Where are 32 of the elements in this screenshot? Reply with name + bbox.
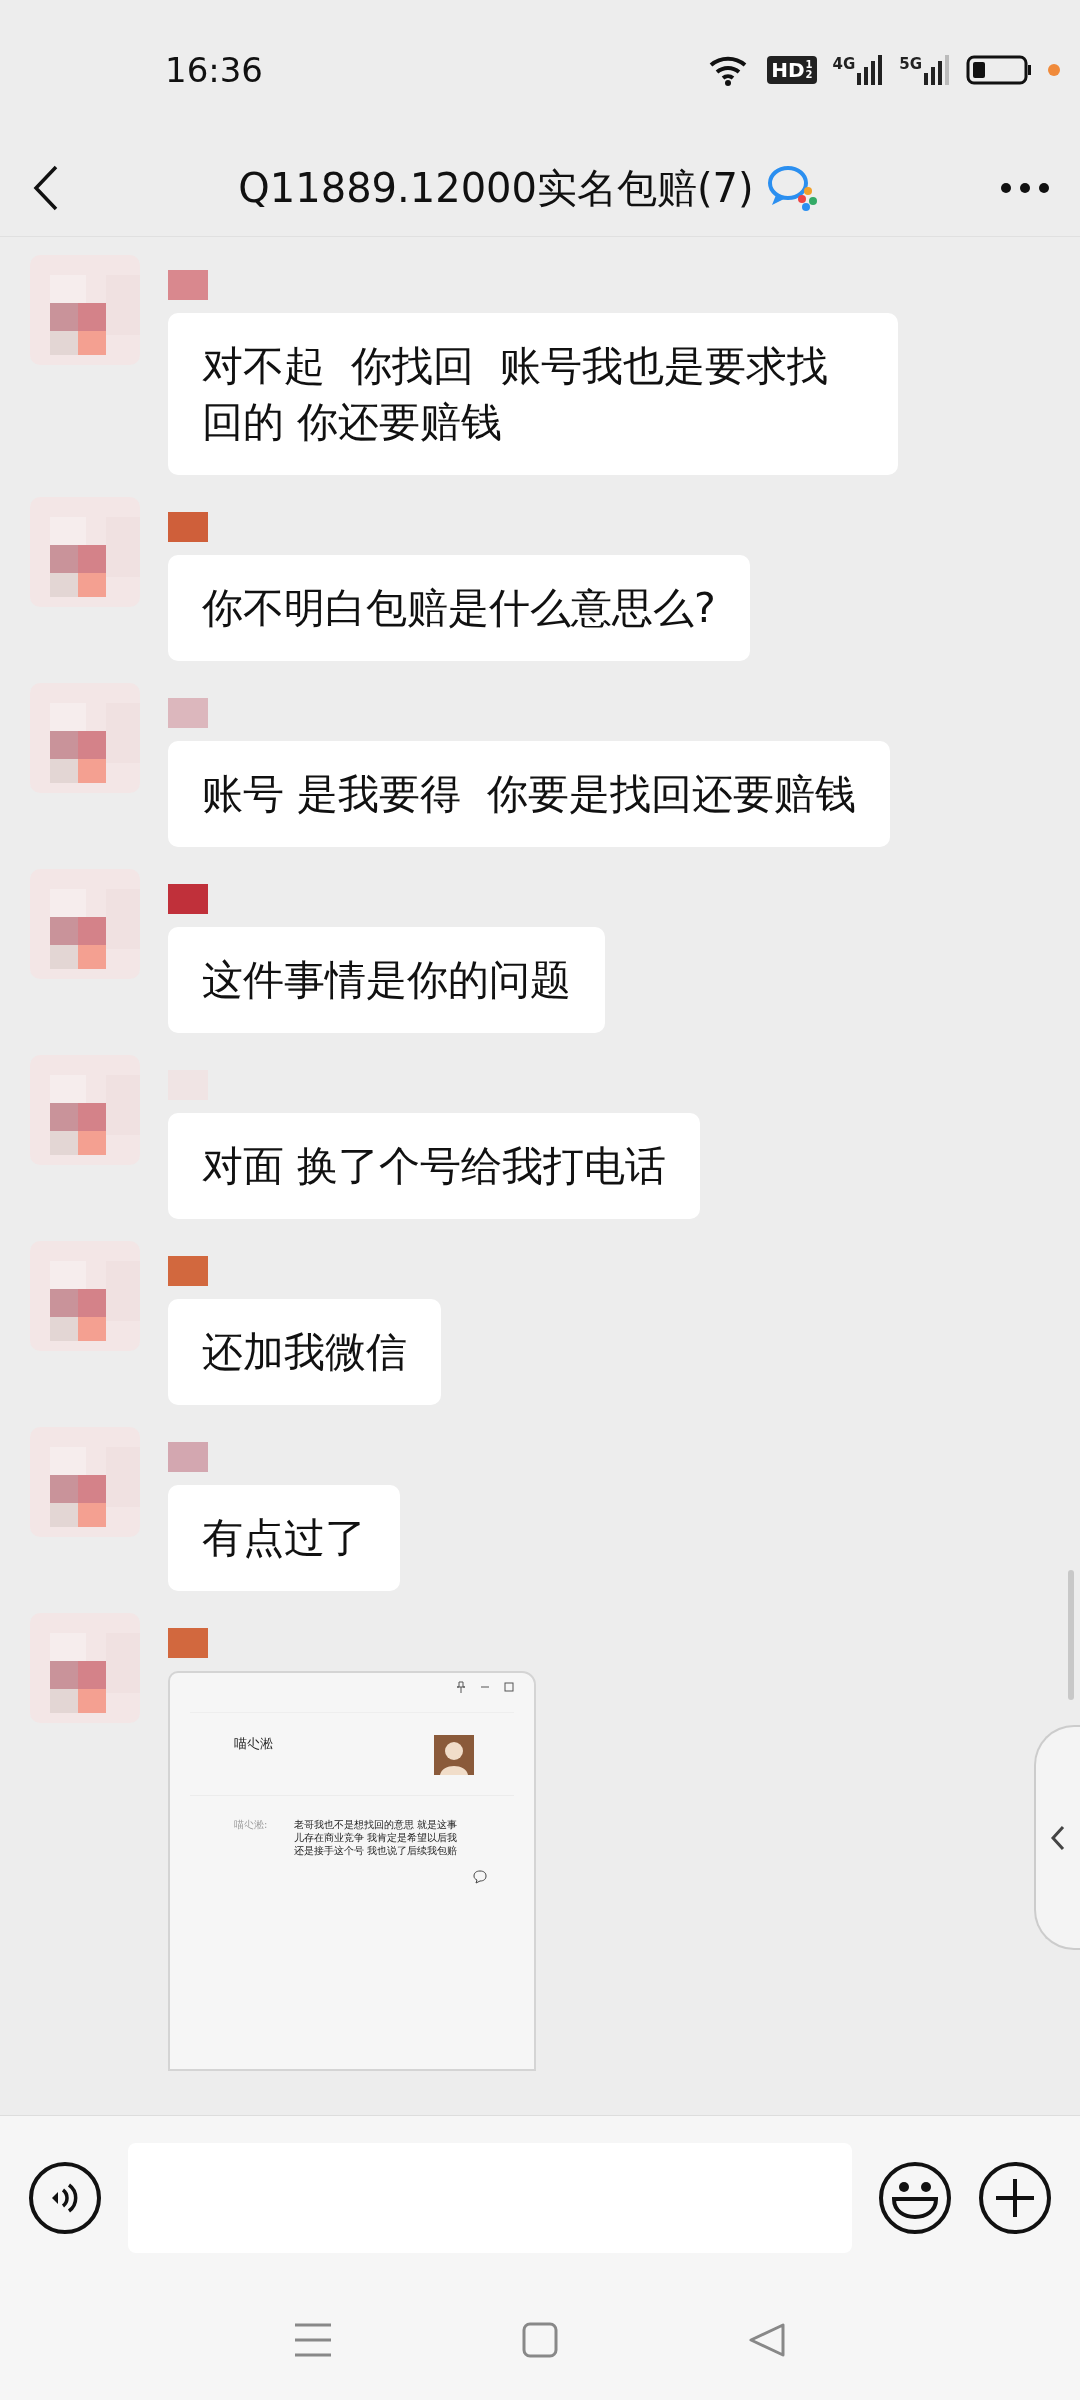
more-button[interactable] — [1000, 182, 1050, 194]
chevron-left-icon — [1050, 1823, 1066, 1852]
signal-icon — [924, 55, 950, 85]
maximize-icon — [504, 1681, 514, 1693]
sender-label: 喵尐淞: — [234, 1818, 269, 1832]
home-button[interactable] — [522, 2322, 558, 2358]
status-time: 16:36 — [165, 50, 264, 90]
message-text: 老哥我也不是想找回的意思 就是这事儿存在商业竞争 我肯定是希望以后我还是接手这个号 我也说了后续我包赔 — [294, 1818, 459, 1857]
message-bubble: 有点过了 — [168, 1485, 400, 1591]
message-bubble: 对面 换了个号给我打电话 — [168, 1113, 701, 1219]
voice-button[interactable] — [28, 2161, 102, 2235]
message-bubble: 对不起 你找回 账号我也是要求找回的 你还要赔钱 — [168, 313, 898, 475]
message-bubble: 账号 是我要得 你要是找回还要赔钱 — [168, 741, 891, 847]
battery-icon — [966, 55, 1032, 85]
comment-icon — [472, 1869, 488, 1885]
add-button[interactable] — [978, 2161, 1052, 2235]
menu-icon[interactable] — [295, 2322, 332, 2358]
back-nav-button[interactable] — [748, 2322, 785, 2358]
message-bubble: 还加我微信 — [168, 1299, 441, 1405]
emoji-button[interactable] — [878, 2161, 952, 2235]
contact-avatar-icon — [434, 1735, 474, 1775]
screenshot-message[interactable]: 喵尐淞 喵尐淞: 老哥我也不是想找回的意思 就是这事儿存在商业竞争 我肯定是希望以后我还是接手这个号 我也说了后续我包赔 — [168, 1671, 536, 2071]
contact-name: 喵尐淞 — [234, 1735, 273, 1753]
message-bubble: 这件事情是你的问题 — [168, 927, 605, 1033]
scrollbar-thumb[interactable] — [1068, 1570, 1074, 1700]
pin-icon — [456, 1681, 466, 1693]
chat-title: Q11889.12000实名包赔(7) — [238, 163, 754, 213]
message-bubble: 你不明白包赔是什么意思么? — [168, 555, 750, 661]
signal-icon — [857, 55, 884, 85]
network-label: 5G — [899, 55, 922, 73]
network-label: 4G — [832, 55, 856, 73]
notification-dot-icon — [1048, 64, 1060, 76]
